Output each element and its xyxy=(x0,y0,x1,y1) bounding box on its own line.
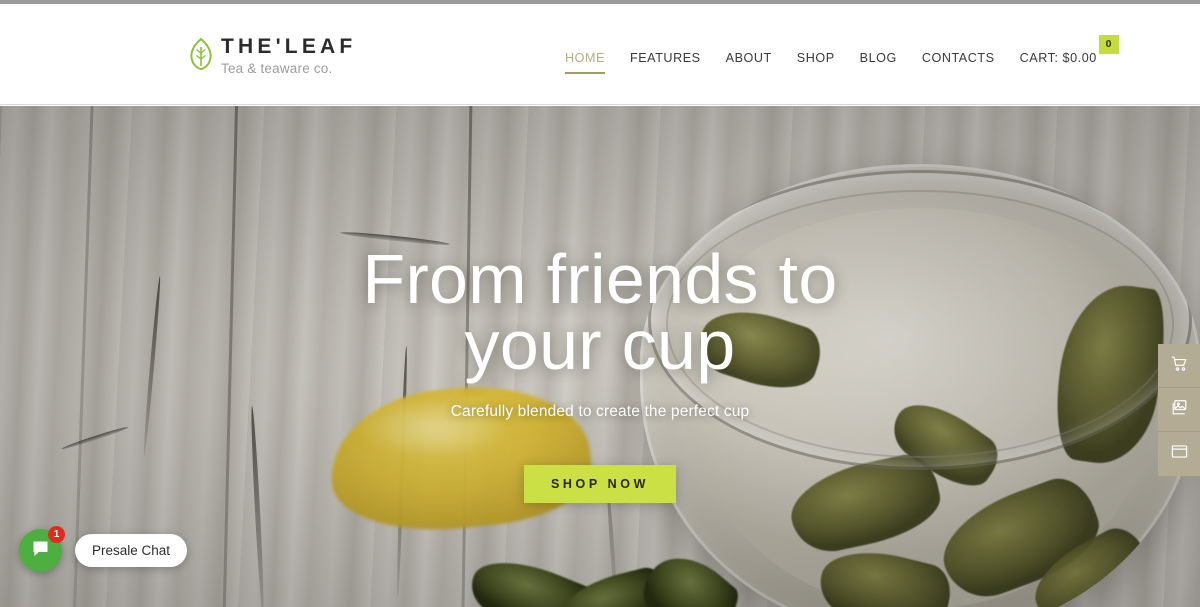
side-button-gallery[interactable] xyxy=(1158,388,1200,432)
cart-label: CART: $0.00 xyxy=(1019,51,1097,65)
nav-item-shop[interactable]: SHOP xyxy=(797,51,835,74)
hero-title-line-2: your cup xyxy=(464,306,736,384)
hero-title: From friends to your cup xyxy=(362,244,837,380)
hero-section: From friends to your cup Carefully blend… xyxy=(0,106,1200,607)
chat-button[interactable]: 1 xyxy=(19,526,65,572)
cart-count-badge: 0 xyxy=(1098,35,1119,54)
site-header: THE'LEAF Tea & teaware co. HOME FEATURES… xyxy=(0,4,1200,105)
main-navigation: HOME FEATURES ABOUT SHOP BLOG CONTACTS C… xyxy=(565,35,1119,74)
shopping-cart-icon xyxy=(1170,354,1189,378)
nav-item-home[interactable]: HOME xyxy=(565,51,605,74)
chat-bubble-icon xyxy=(30,538,51,564)
nav-item-about[interactable]: ABOUT xyxy=(726,51,772,74)
nav-item-contacts[interactable]: CONTACTS xyxy=(922,51,995,74)
chat-label-pill[interactable]: Presale Chat xyxy=(75,534,188,567)
nav-item-features[interactable]: FEATURES xyxy=(630,51,701,74)
chat-unread-badge: 1 xyxy=(48,526,65,543)
hero-subtitle: Carefully blended to create the perfect … xyxy=(450,403,750,420)
browser-window-icon xyxy=(1170,442,1189,466)
shop-now-button[interactable]: SHOP NOW xyxy=(524,465,676,503)
chat-widget: 1 Presale Chat xyxy=(19,526,188,572)
gallery-images-icon xyxy=(1170,398,1189,422)
logo-tagline: Tea & teaware co. xyxy=(221,61,333,76)
side-button-cart[interactable] xyxy=(1158,344,1200,388)
logo-title: THE'LEAF xyxy=(221,35,357,58)
page-root: THE'LEAF Tea & teaware co. HOME FEATURES… xyxy=(0,0,1200,607)
side-action-panel xyxy=(1158,344,1200,476)
site-logo[interactable]: THE'LEAF Tea & teaware co. xyxy=(188,35,356,76)
cart-link[interactable]: CART: $0.00 0 xyxy=(1019,35,1119,65)
leaf-icon xyxy=(188,37,214,71)
logo-text-group: THE'LEAF Tea & teaware co. xyxy=(221,35,356,76)
side-button-window[interactable] xyxy=(1158,432,1200,476)
nav-item-blog[interactable]: BLOG xyxy=(860,51,897,74)
